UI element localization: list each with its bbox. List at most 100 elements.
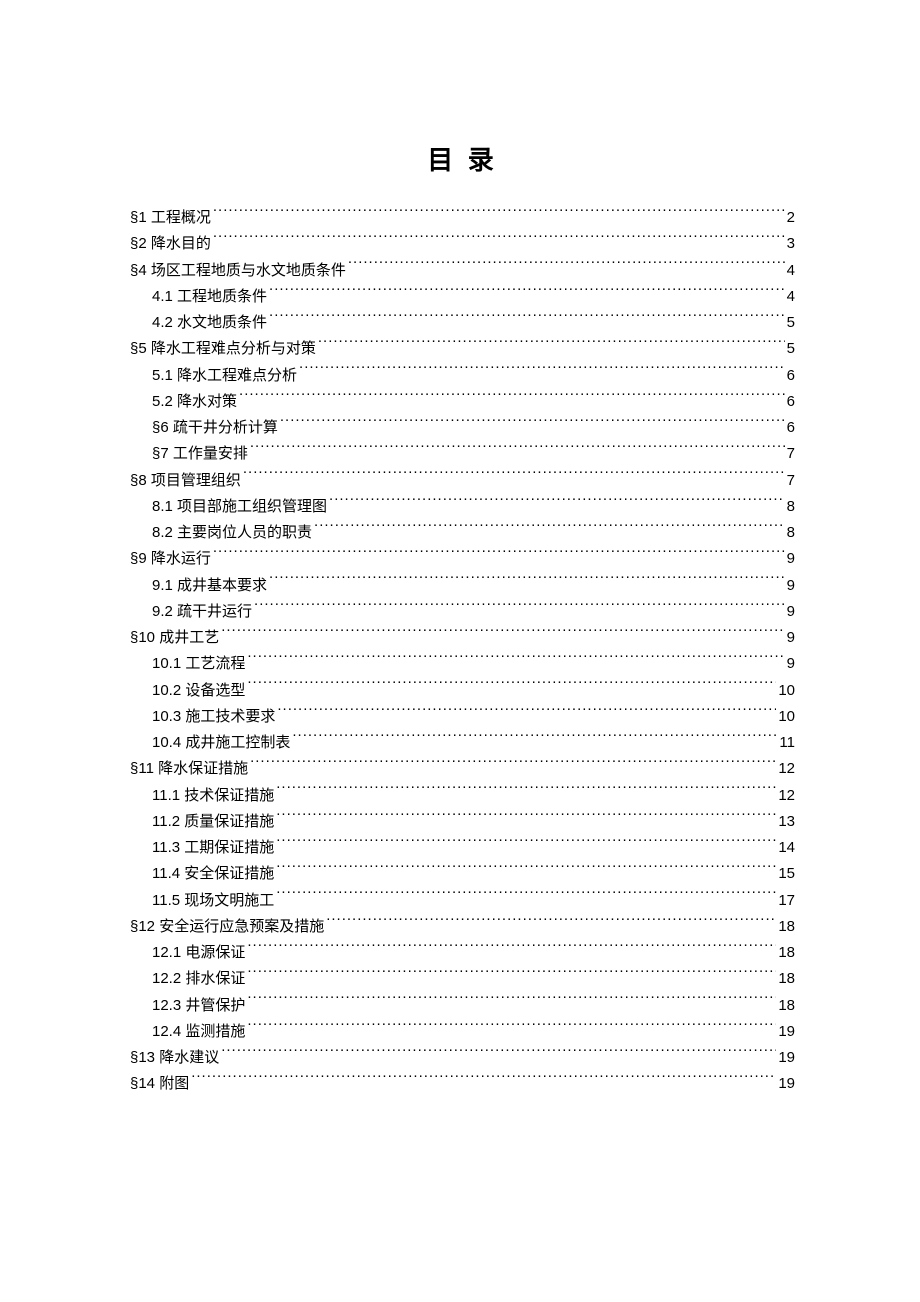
toc-entry[interactable]: 10.4 成井施工控制表 11 — [130, 730, 795, 756]
toc-entry-label: 11.5 现场文明施工 — [152, 888, 274, 914]
toc-entry[interactable]: 11.5 现场文明施工 17 — [130, 888, 795, 914]
toc-entry[interactable]: 10.1 工艺流程 9 — [130, 651, 795, 677]
toc-entry-leader — [247, 995, 776, 1010]
toc-entry-page: 6 — [787, 415, 795, 441]
toc-entry-leader — [191, 1073, 776, 1088]
toc-entry-page: 19 — [778, 1045, 795, 1071]
toc-entry-leader — [269, 575, 785, 590]
toc-entry-page: 10 — [778, 678, 795, 704]
toc-entry-label: 10.1 工艺流程 — [152, 651, 245, 677]
toc-entry-leader — [221, 627, 784, 642]
toc-entry[interactable]: §12 安全运行应急预案及措施 18 — [130, 914, 795, 940]
toc-entry-page: 3 — [787, 231, 795, 257]
toc-entry-label: §4 场区工程地质与水文地质条件 — [130, 258, 346, 284]
toc-entry[interactable]: 10.3 施工技术要求10 — [130, 704, 795, 730]
toc-entry[interactable]: 4.2 水文地质条件5 — [130, 310, 795, 336]
toc-entry-page: 6 — [787, 389, 795, 415]
toc-entry-page: 15 — [778, 861, 795, 887]
toc-entry-leader — [247, 653, 784, 668]
toc-entry[interactable]: 12.4 监测措施19 — [130, 1019, 795, 1045]
toc-entry-label: §9 降水运行 — [130, 546, 211, 572]
toc-entry[interactable]: 4.1 工程地质条件 4 — [130, 284, 795, 310]
toc-entry-leader — [250, 758, 776, 773]
toc-entry-leader — [254, 601, 785, 616]
toc-entry[interactable]: §5 降水工程难点分析与对策5 — [130, 336, 795, 362]
toc-entry[interactable]: §10 成井工艺9 — [130, 625, 795, 651]
toc-entry-label: 11.1 技术保证措施 — [152, 783, 274, 809]
toc-entry[interactable]: §2 降水目的 3 — [130, 231, 795, 257]
toc-entry-leader — [213, 207, 785, 222]
toc-entry[interactable]: 12.2 排水保证 18 — [130, 966, 795, 992]
toc-entry-page: 18 — [778, 966, 795, 992]
toc-entry-leader — [276, 837, 776, 852]
toc-entry-label: 11.4 安全保证措施 — [152, 861, 274, 887]
toc-entry[interactable]: 5.2 降水对策6 — [130, 389, 795, 415]
toc-entry-leader — [250, 443, 785, 458]
toc-entry-label: 10.4 成井施工控制表 — [152, 730, 290, 756]
toc-entry-page: 7 — [787, 468, 795, 494]
toc-entry-leader — [276, 863, 776, 878]
toc-entry[interactable]: 5.1 降水工程难点分析 6 — [130, 363, 795, 389]
toc-entry-page: 4 — [787, 258, 795, 284]
toc-entry-label: 12.1 电源保证 — [152, 940, 245, 966]
toc-entry[interactable]: 11.3 工期保证措施14 — [130, 835, 795, 861]
toc-entry[interactable]: §8 项目管理组织 7 — [130, 468, 795, 494]
toc-entry-label: 12.3 井管保护 — [152, 993, 245, 1019]
toc-entry-page: 18 — [778, 993, 795, 1019]
toc-entry-leader — [247, 942, 776, 957]
toc-entry-leader — [247, 1021, 776, 1036]
toc-entry-page: 11 — [779, 730, 795, 756]
toc-entry[interactable]: §9 降水运行9 — [130, 546, 795, 572]
toc-entry-leader — [314, 522, 785, 537]
toc-entry-leader — [276, 890, 776, 905]
toc-entry-leader — [276, 811, 776, 826]
toc-entry[interactable]: 11.4 安全保证措施 15 — [130, 861, 795, 887]
toc-entry-label: §12 安全运行应急预案及措施 — [130, 914, 324, 940]
toc-entry-page: 9 — [787, 573, 795, 599]
toc-entry[interactable]: §1 工程概况2 — [130, 205, 795, 231]
toc-entry[interactable]: 8.1 项目部施工组织管理图8 — [130, 494, 795, 520]
toc-entry[interactable]: §6 疏干井分析计算 6 — [130, 415, 795, 441]
toc-entry-page: 10 — [778, 704, 795, 730]
toc-entry[interactable]: 11.1 技术保证措施12 — [130, 783, 795, 809]
toc-entry-page: 9 — [787, 651, 795, 677]
toc-entry-page: 18 — [778, 940, 795, 966]
toc-entry[interactable]: 10.2 设备选型 10 — [130, 678, 795, 704]
toc-entry-label: §6 疏干井分析计算 — [152, 415, 278, 441]
toc-entry[interactable]: 8.2 主要岗位人员的职责8 — [130, 520, 795, 546]
toc-entry-label: §14 附图 — [130, 1071, 189, 1097]
toc-entry-page: 9 — [787, 599, 795, 625]
toc-entry-leader — [292, 732, 777, 747]
toc-entry-leader — [299, 365, 785, 380]
toc-entry-page: 4 — [787, 284, 795, 310]
toc-entry[interactable]: §4 场区工程地质与水文地质条件 4 — [130, 258, 795, 284]
toc-entry[interactable]: 11.2 质量保证措施13 — [130, 809, 795, 835]
toc-entry[interactable]: §11 降水保证措施12 — [130, 756, 795, 782]
toc-entry[interactable]: §13 降水建议19 — [130, 1045, 795, 1071]
toc-entry-leader — [221, 1047, 776, 1062]
toc-entry[interactable]: 9.1 成井基本要求 9 — [130, 573, 795, 599]
toc-entry[interactable]: 12.3 井管保护 18 — [130, 993, 795, 1019]
toc-entry-label: 9.1 成井基本要求 — [152, 573, 267, 599]
toc-entry[interactable]: 9.2 疏干井运行9 — [130, 599, 795, 625]
toc-entry[interactable]: §7 工作量安排7 — [130, 441, 795, 467]
toc-entry-leader — [318, 338, 785, 353]
toc-entry-page: 7 — [787, 441, 795, 467]
toc-entry-page: 14 — [778, 835, 795, 861]
toc-entry-label: 12.2 排水保证 — [152, 966, 245, 992]
toc-entry-page: 8 — [787, 494, 795, 520]
toc-entry-leader — [239, 391, 785, 406]
toc-entry-page: 18 — [778, 914, 795, 940]
toc-entry[interactable]: §14 附图19 — [130, 1071, 795, 1097]
table-of-contents: §1 工程概况2§2 降水目的3§4 场区工程地质与水文地质条件44.1 工程地… — [130, 205, 795, 1098]
toc-entry-label: 10.2 设备选型 — [152, 678, 245, 704]
toc-entry-leader — [213, 548, 785, 563]
toc-entry-label: 5.1 降水工程难点分析 — [152, 363, 297, 389]
toc-entry-label: 4.1 工程地质条件 — [152, 284, 267, 310]
toc-entry[interactable]: 12.1 电源保证 18 — [130, 940, 795, 966]
toc-entry-label: 11.2 质量保证措施 — [152, 809, 274, 835]
toc-entry-page: 6 — [787, 363, 795, 389]
toc-entry-label: §2 降水目的 — [130, 231, 211, 257]
toc-entry-page: 17 — [778, 888, 795, 914]
toc-entry-label: §8 项目管理组织 — [130, 468, 241, 494]
